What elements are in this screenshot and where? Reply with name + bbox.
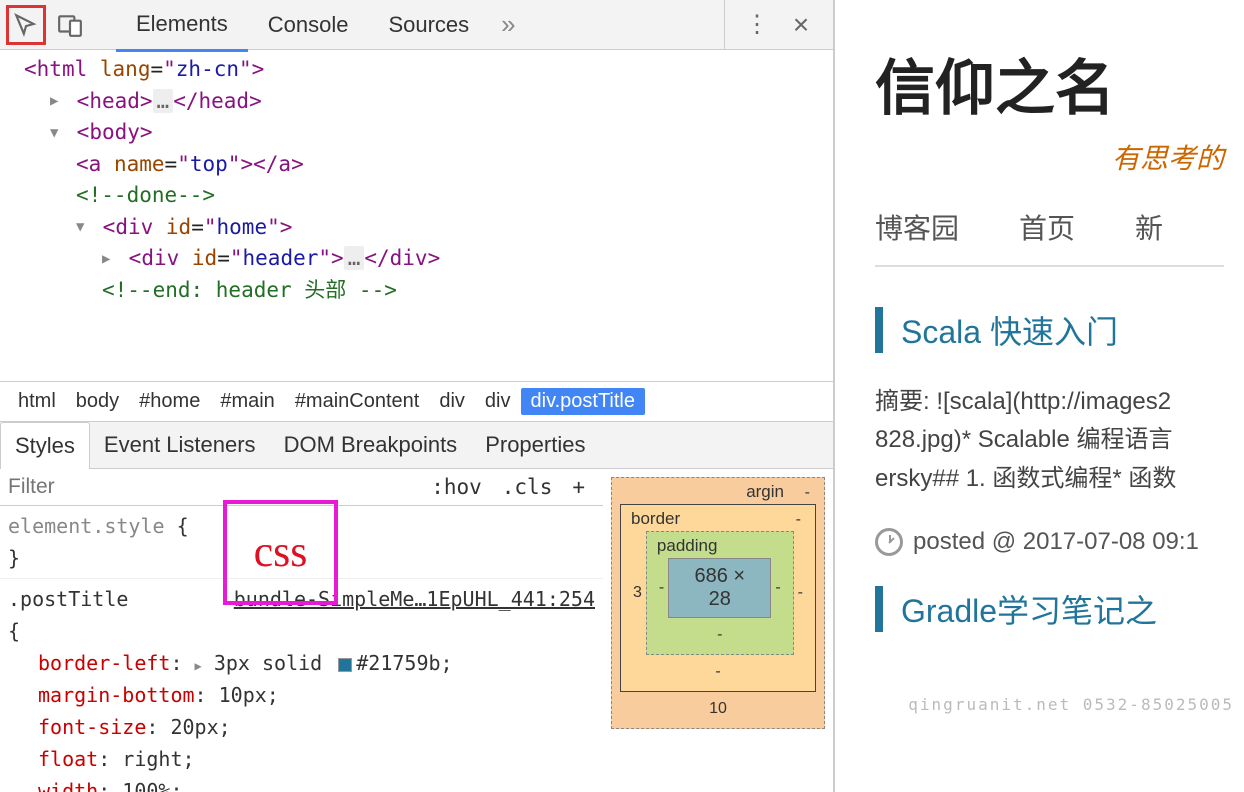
css-property[interactable]: margin-bottom: 10px; — [8, 679, 595, 711]
selector-element-style: element.style — [8, 514, 165, 538]
close-icon: × — [793, 9, 809, 41]
nav-link-new[interactable]: 新 — [1135, 207, 1163, 247]
clock-icon — [875, 528, 903, 556]
styles-subtab[interactable]: Properties — [471, 422, 599, 468]
site-title[interactable]: 信仰之名 — [875, 40, 1224, 127]
dom-node[interactable]: <a name="top"></a> — [10, 149, 823, 181]
new-style-rule-button[interactable]: + — [562, 475, 595, 499]
kebab-icon: ⋮ — [745, 10, 769, 39]
devices-icon — [57, 12, 83, 38]
post-meta-1: posted @ 2017-07-08 09:1 — [875, 528, 1224, 556]
dom-node[interactable]: ▶ <head>…</head> — [10, 86, 823, 118]
inspect-element-button[interactable] — [6, 5, 46, 45]
box-model-border[interactable]: border - 3 padding - 686 × 28 - — [620, 504, 816, 692]
tab-elements[interactable]: Elements — [116, 0, 248, 52]
tab-console[interactable]: Console — [248, 0, 369, 50]
rule-selector: .postTitle — [8, 587, 128, 611]
expand-caret-icon[interactable]: ▶ — [50, 91, 64, 112]
styles-filter-input[interactable] — [8, 475, 421, 499]
styles-subtab[interactable]: Styles — [0, 422, 90, 469]
cls-toggle[interactable]: .cls — [492, 475, 563, 499]
styles-filter-row: :hov .cls + — [0, 469, 603, 506]
css-property[interactable]: float: right; — [8, 743, 595, 775]
breadcrumb-item[interactable]: #home — [129, 388, 210, 415]
styles-subtab[interactable]: Event Listeners — [90, 422, 270, 468]
dom-node[interactable]: <html lang="zh-cn"> — [10, 54, 823, 86]
styles-subtabs: StylesEvent ListenersDOM BreakpointsProp… — [0, 422, 833, 469]
expand-caret-icon[interactable]: ▶ — [102, 249, 116, 270]
dom-node[interactable]: <!--done--> — [10, 180, 823, 212]
box-model: argin - border - 3 padding - 686 × 28 — [603, 469, 833, 792]
color-swatch-icon[interactable] — [338, 658, 352, 672]
breadcrumb-item[interactable]: #main — [210, 388, 284, 415]
rule-posttitle-section[interactable]: .postTitle bundle-SimpleMe…1EpUHL_441:25… — [0, 579, 603, 792]
close-devtools-button[interactable]: × — [781, 5, 821, 45]
dom-node[interactable]: ▶ <div id="header">…</div> — [10, 243, 823, 275]
post-summary-1: 摘要: ![scala](http://images2828.jpg)* Sca… — [875, 383, 1224, 498]
watermark: qingruanit.net 0532-85025005 — [908, 695, 1234, 714]
device-toolbar-button[interactable] — [50, 5, 90, 45]
nav-link-cnblogs[interactable]: 博客园 — [875, 207, 959, 247]
css-property[interactable]: width: 100%; — [8, 775, 595, 792]
devtools-toolbar: Elements Console Sources » ⋮ × — [0, 0, 833, 50]
breadcrumb-item[interactable]: body — [66, 388, 129, 415]
breadcrumb-item[interactable]: html — [8, 388, 66, 415]
breadcrumb-item[interactable]: #mainContent — [285, 388, 430, 415]
hov-toggle[interactable]: :hov — [421, 475, 492, 499]
dom-node[interactable]: ▼ <body> — [10, 117, 823, 149]
more-tabs-button[interactable]: » — [489, 9, 527, 40]
element-style-section[interactable]: css element.style { } — [0, 506, 603, 579]
devtools-panel: Elements Console Sources » ⋮ × <html lan… — [0, 0, 835, 792]
box-model-content[interactable]: 686 × 28 — [668, 558, 771, 618]
breadcrumb-item[interactable]: div — [475, 388, 521, 415]
breadcrumb-item[interactable]: div.postTitle — [521, 388, 645, 415]
box-model-margin[interactable]: argin - border - 3 padding - 686 × 28 — [611, 477, 825, 729]
ellipsis-expand[interactable]: … — [153, 89, 174, 113]
dom-node[interactable]: ▼ <div id="home"> — [10, 212, 823, 244]
expand-caret-icon[interactable]: ▼ — [50, 123, 64, 144]
box-model-padding[interactable]: padding - 686 × 28 - - — [646, 531, 794, 655]
page-preview: 信仰之名 有思考的 博客园 首页 新 Scala 快速入门 摘要: ![scal… — [835, 0, 1244, 792]
ellipsis-expand[interactable]: … — [344, 246, 365, 270]
styles-panel: :hov .cls + css element.style { } .postT… — [0, 469, 833, 792]
post-title-1[interactable]: Scala 快速入门 — [875, 307, 1224, 353]
styles-subtab[interactable]: DOM Breakpoints — [270, 422, 472, 468]
nav-links: 博客园 首页 新 — [875, 207, 1224, 267]
dom-tree[interactable]: <html lang="zh-cn">▶ <head>…</head>▼ <bo… — [0, 50, 833, 381]
tab-sources[interactable]: Sources — [368, 0, 489, 50]
site-subtitle: 有思考的 — [875, 137, 1224, 177]
css-property[interactable]: font-size: 20px; — [8, 711, 595, 743]
breadcrumb: htmlbody#home#main#mainContentdivdivdiv.… — [0, 381, 833, 422]
breadcrumb-item[interactable]: div — [429, 388, 475, 415]
nav-link-home[interactable]: 首页 — [1019, 207, 1075, 247]
dom-node[interactable]: <!--end: header 头部 --> — [10, 275, 823, 307]
rule-source-link[interactable]: bundle-SimpleMe…1EpUHL_441:254 — [234, 583, 595, 615]
kebab-menu-button[interactable]: ⋮ — [737, 5, 777, 45]
post-title-2[interactable]: Gradle学习笔记之 — [875, 586, 1224, 632]
css-property[interactable]: border-left: ▶ 3px solid #21759b; — [8, 647, 595, 679]
cursor-icon — [13, 12, 39, 38]
expand-caret-icon[interactable]: ▼ — [76, 217, 90, 238]
